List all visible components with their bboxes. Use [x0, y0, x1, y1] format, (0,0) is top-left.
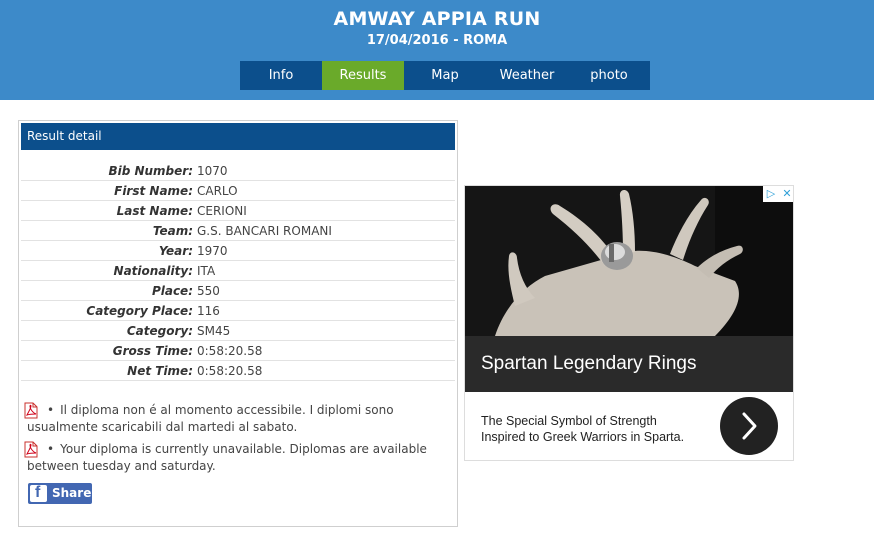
event-date-location: 17/04/2016 - ROMA — [366, 33, 508, 48]
field-label: Net Time: — [127, 363, 193, 378]
diploma-notice-en: • Your diploma is currently unavailable. … — [23, 441, 443, 475]
field-value: G.S. BANCARI ROMANI — [197, 223, 332, 238]
field-label: Nationality: — [113, 263, 193, 278]
ad-description[interactable]: The Special Symbol of Strength Inspired … — [481, 413, 684, 445]
field-label: Category: — [126, 323, 193, 338]
ad-desc-line2: Inspired to Greek Warriors in Sparta. — [481, 430, 685, 444]
field-label: Place: — [151, 283, 193, 298]
field-label: Category Place: — [86, 303, 193, 318]
share-label: Share — [52, 486, 92, 500]
row-year: Year: 1970 — [21, 241, 455, 261]
tab-info[interactable]: Info — [240, 61, 322, 90]
event-title: AMWAY APPIA RUN — [333, 8, 541, 30]
field-label: Bib Number: — [108, 163, 193, 178]
field-value: SM45 — [197, 323, 231, 338]
diploma-it-line2: usualmente scaricabili dal martedi al sa… — [27, 420, 298, 434]
nav-tabs: Info Results Map Weather photo — [240, 61, 650, 90]
field-value: CERIONI — [197, 203, 247, 218]
tab-weather[interactable]: Weather — [486, 61, 568, 90]
ad-desc-line1: The Special Symbol of Strength — [481, 414, 657, 428]
field-value: 116 — [197, 303, 220, 318]
pdf-icon[interactable] — [23, 441, 39, 458]
tab-photo[interactable]: photo — [568, 61, 650, 90]
close-icon[interactable]: ✕ — [779, 186, 793, 202]
field-label: Last Name: — [116, 203, 193, 218]
pdf-icon[interactable] — [23, 402, 39, 419]
result-detail-panel: Result detail Bib Number: 1070 First Nam… — [18, 120, 458, 527]
field-value: 550 — [197, 283, 220, 298]
row-category: Category: SM45 — [21, 321, 455, 341]
field-value: 0:58:20.58 — [197, 343, 263, 358]
row-first-name: First Name: CARLO — [21, 181, 455, 201]
facebook-share-button[interactable]: f Share — [28, 483, 92, 504]
adchoices-icon[interactable]: ▷ — [763, 186, 779, 202]
row-team: Team: G.S. BANCARI ROMANI — [21, 221, 455, 241]
site-header: AMWAY APPIA RUN 17/04/2016 - ROMA Info R… — [0, 0, 874, 100]
tab-map[interactable]: Map — [404, 61, 486, 90]
tab-results[interactable]: Results — [322, 61, 404, 90]
row-gross-time: Gross Time: 0:58:20.58 — [21, 341, 455, 361]
field-label: First Name: — [114, 183, 193, 198]
ad-controls: ▷ ✕ — [763, 186, 793, 202]
field-label: Year: — [158, 243, 193, 258]
row-category-place: Category Place: 116 — [21, 301, 455, 321]
diploma-notice-it: • Il diploma non é al momento accessibile… — [23, 402, 443, 436]
ad-image-ring-hand[interactable]: ▷ ✕ — [465, 186, 793, 336]
result-detail-heading: Result detail — [21, 123, 455, 150]
diploma-en-line1: Your diploma is currently unavailable. D… — [60, 442, 427, 456]
row-place: Place: 550 — [21, 281, 455, 301]
hand-ring-illustration — [465, 186, 793, 336]
field-value: 1070 — [197, 163, 228, 178]
field-value: 1970 — [197, 243, 228, 258]
ad-title[interactable]: Spartan Legendary Rings — [481, 353, 696, 375]
row-net-time: Net Time: 0:58:20.58 — [21, 361, 455, 381]
field-value: CARLO — [197, 183, 238, 198]
result-detail-table: Bib Number: 1070 First Name: CARLO Last … — [21, 161, 455, 381]
bullet: • — [47, 403, 55, 417]
ad-title-bar[interactable]: Spartan Legendary Rings — [465, 336, 793, 392]
facebook-icon: f — [30, 484, 47, 502]
field-value: ITA — [197, 263, 216, 278]
field-value: 0:58:20.58 — [197, 363, 263, 378]
row-bib-number: Bib Number: 1070 — [21, 161, 455, 181]
row-last-name: Last Name: CERIONI — [21, 201, 455, 221]
chevron-right-icon — [742, 412, 757, 440]
diploma-it-line1: Il diploma non é al momento accessibile.… — [60, 403, 394, 417]
row-nationality: Nationality: ITA — [21, 261, 455, 281]
diploma-en-line2: between tuesday and saturday. — [27, 459, 216, 473]
field-label: Team: — [152, 223, 193, 238]
bullet: • — [47, 442, 55, 456]
advertisement[interactable]: ▷ ✕ Spartan Legendary Rings The Special … — [464, 185, 794, 461]
field-label: Gross Time: — [112, 343, 193, 358]
ad-cta-button[interactable] — [720, 397, 778, 455]
